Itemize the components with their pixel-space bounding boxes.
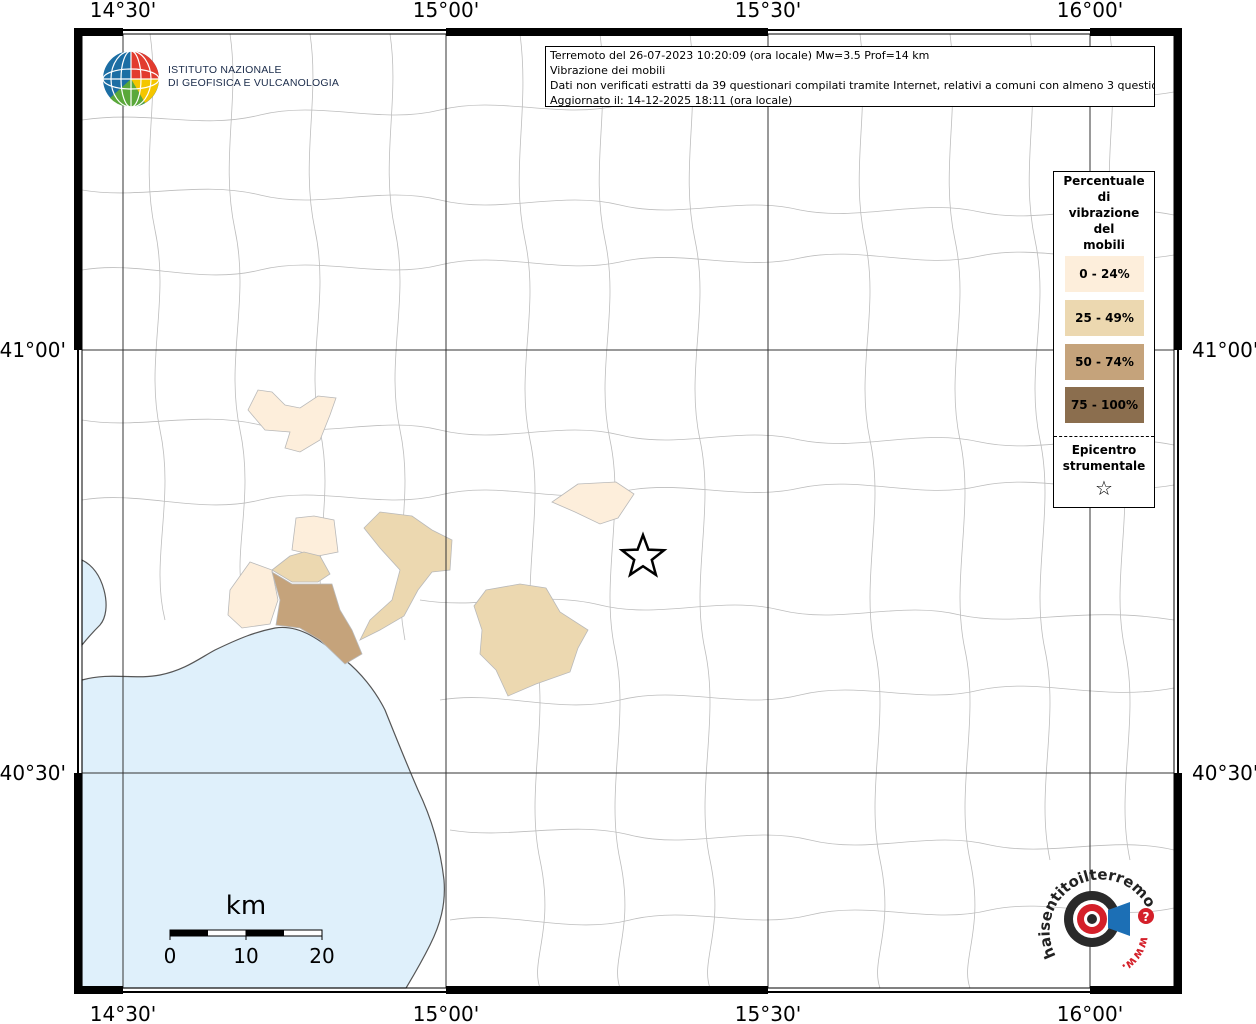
scale-bar: km 0 10 20 <box>160 890 340 970</box>
event-info-box: Terremoto del 26-07-2023 10:20:09 (ora l… <box>545 46 1155 107</box>
data-note: Dati non verificati estratti da 39 quest… <box>550 79 1155 92</box>
legend-separator <box>1054 436 1154 437</box>
lat-right-label: 40°30' <box>1192 761 1256 785</box>
legend-item-label: 0 - 24% <box>1079 267 1130 281</box>
legend-item: 75 - 100% <box>1065 387 1144 423</box>
ingv-logo: ISTITUTO NAZIONALE DI GEOFISICA E VULCAN… <box>100 48 339 110</box>
lon-top-label: 16°00' <box>1057 0 1123 22</box>
legend-item-label: 50 - 74% <box>1075 355 1134 369</box>
legend-epicenter-label: Epicentro strumentale <box>1054 442 1154 474</box>
lon-bottom-label: 14°30' <box>90 1002 156 1024</box>
svg-text:?: ? <box>1143 910 1150 924</box>
lat-left-label: 41°00' <box>0 338 66 362</box>
lat-right-label: 41°00' <box>1192 338 1256 362</box>
lon-bottom-label: 15°00' <box>413 1002 479 1024</box>
lon-bottom-label: 16°00' <box>1057 1002 1123 1024</box>
legend-item: 0 - 24% <box>1065 256 1144 292</box>
update-time: Aggiornato il: 14-12-2025 18:11 (ora loc… <box>550 94 793 107</box>
scale-label: 0 <box>164 944 177 968</box>
hsl-logo: haisentitoilterremoto.it ? www. <box>1031 852 1166 976</box>
legend-epicenter-text: Epicentro strumentale <box>1062 443 1146 473</box>
event-title: Terremoto del 26-07-2023 10:20:09 (ora l… <box>550 49 930 62</box>
lat-left-label: 40°30' <box>0 761 66 785</box>
scale-label: 20 <box>309 944 334 968</box>
hsl-url-text: www. <box>1119 935 1152 975</box>
legend-item: 50 - 74% <box>1065 344 1144 380</box>
map-parameter: Vibrazione dei mobili <box>550 64 666 77</box>
legend-item-label: 25 - 49% <box>1075 311 1134 325</box>
lon-top-label: 14°30' <box>90 0 156 22</box>
ingv-name-line2: DI GEOFISICA E VULCANOLOGIA <box>168 77 340 89</box>
legend: Percentuale di vibrazione del mobili 0 -… <box>1053 171 1155 508</box>
ingv-name: ISTITUTO NAZIONALE DI GEOFISICA E VULCAN… <box>168 64 339 90</box>
ingv-globe-icon <box>102 50 160 108</box>
lon-top-label: 15°00' <box>413 0 479 22</box>
legend-title-text: Percentuale di vibrazione del mobili <box>1063 174 1145 252</box>
ingv-name-line1: ISTITUTO NAZIONALE <box>168 64 282 76</box>
lon-top-label: 15°30' <box>735 0 801 22</box>
lon-bottom-label: 15°30' <box>735 1002 801 1024</box>
legend-title: Percentuale di vibrazione del mobili <box>1054 173 1154 253</box>
area-0-24-mid <box>291 515 339 557</box>
star-icon: ☆ <box>1095 476 1113 500</box>
scale-label: 10 <box>233 944 258 968</box>
legend-item: 25 - 49% <box>1065 300 1144 336</box>
scale-unit: km <box>226 891 266 921</box>
legend-item-label: 75 - 100% <box>1070 398 1139 412</box>
